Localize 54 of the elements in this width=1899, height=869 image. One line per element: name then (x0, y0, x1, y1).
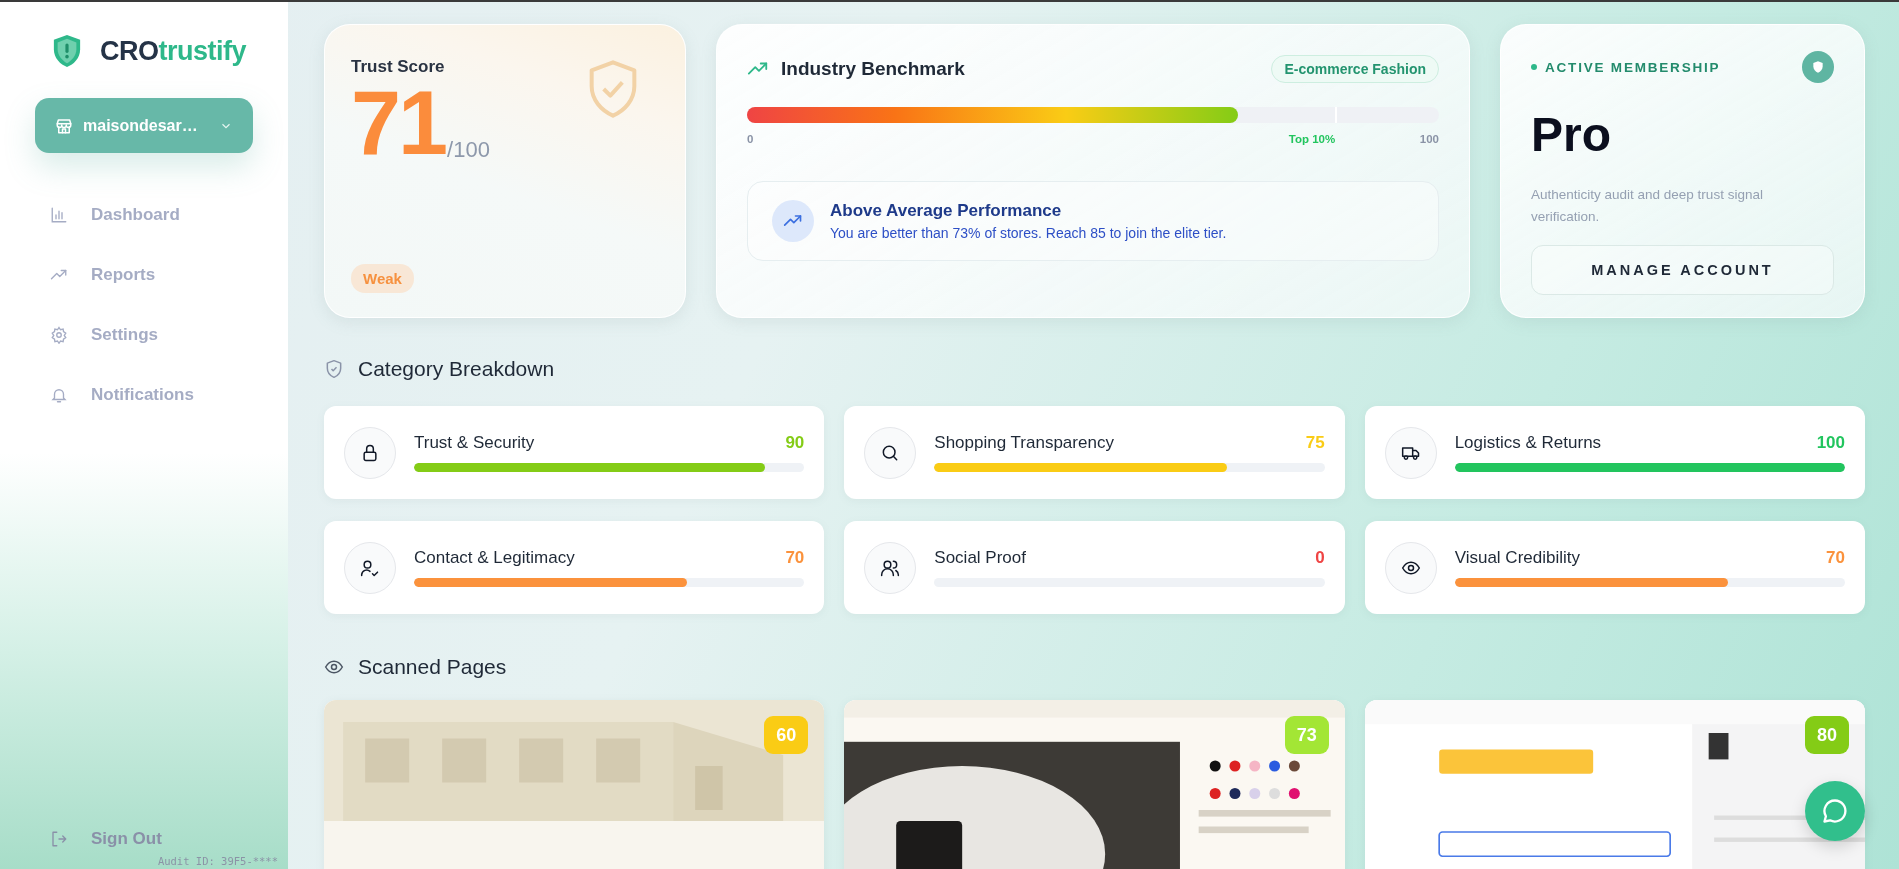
category-score: 70 (785, 548, 805, 568)
section-title: Scanned Pages (358, 655, 507, 679)
card-title: Trust Score (351, 57, 446, 77)
bell-icon (50, 386, 68, 404)
page-thumbnail[interactable]: 60 (324, 700, 825, 869)
membership-label: ACTIVE MEMBERSHIP (1545, 59, 1722, 75)
nav-item[interactable]: Notifications (50, 385, 194, 405)
category-name: Logistics & Returns (1454, 433, 1602, 453)
insight-text: You are better than 73% of stores. Reach 85 to join the elite tier. (830, 225, 1227, 241)
sign-out-link[interactable]: Sign Out (50, 829, 162, 849)
category-name: Trust & Security (414, 433, 535, 453)
scale-label: 0 (747, 133, 754, 145)
nav-item[interactable]: Reports (50, 265, 156, 285)
chat-bubble-icon (1821, 797, 1849, 825)
trend-up-icon (772, 200, 814, 242)
manage-account-button[interactable]: MANAGE ACCOUNT (1531, 245, 1834, 296)
category-score: 0 (1315, 548, 1325, 568)
shield-logo-icon (52, 34, 82, 68)
category-score: 70 (1826, 548, 1845, 568)
scale-label: 100 (1419, 133, 1439, 145)
store-icon (55, 116, 73, 135)
category-score: 75 (1305, 433, 1325, 453)
nav-item[interactable]: Settings (50, 325, 159, 345)
score-badge: 73 (1284, 716, 1329, 754)
shield-icon (1802, 51, 1834, 83)
rating-badge: Weak (351, 264, 414, 294)
nav-item[interactable]: Dashboard (50, 205, 180, 225)
trust-score-value: 71 (351, 81, 446, 167)
store-selector[interactable]: maisondesar… (35, 98, 253, 153)
category-score: 100 (1816, 433, 1845, 453)
score-badge: 80 (1805, 716, 1849, 754)
card-title: Industry Benchmark (781, 58, 966, 80)
section-title: Category Breakdown (358, 357, 555, 381)
settings-icon (50, 326, 68, 344)
brand-name: CROtrustify (100, 35, 246, 67)
category-name: Social Proof (934, 548, 1026, 568)
score-badge: 60 (764, 716, 809, 754)
page-thumbnail[interactable]: 73 (844, 700, 1345, 869)
eye-icon (324, 657, 344, 677)
sign-out-icon (50, 830, 68, 848)
plan-name: Pro (1531, 107, 1612, 162)
page-thumbnail[interactable]: 80 (1364, 700, 1865, 869)
score-max: /100 (447, 136, 490, 163)
bar-chart-icon (50, 206, 68, 224)
audit-id: Audit ID: 39F5-**** (157, 855, 278, 867)
plan-description: Authenticity audit and deep trust signal verification. (1531, 186, 1764, 226)
shield-check-icon (324, 359, 344, 379)
segment-badge: E-commerce Fashion (1271, 55, 1439, 83)
category-name: Contact & Legitimacy (414, 548, 575, 568)
marker-label: Top 10% (1288, 133, 1336, 145)
insight-title: Above Average Performance (830, 201, 1063, 221)
category-score: 90 (785, 433, 805, 453)
category-name: Shopping Transparency (934, 433, 1114, 453)
category-name: Visual Credibility (1454, 548, 1580, 568)
